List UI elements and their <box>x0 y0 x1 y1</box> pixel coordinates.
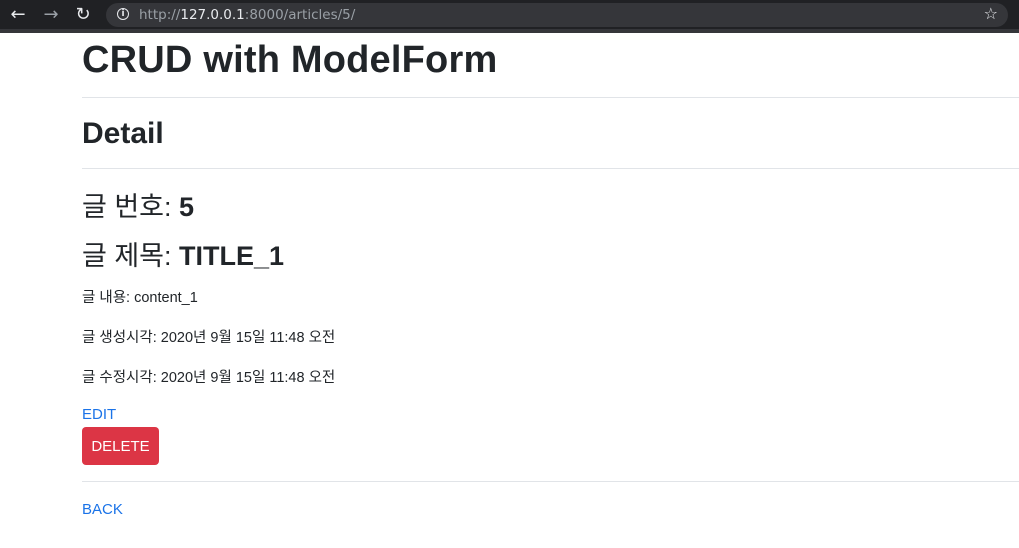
article-number-value: 5 <box>179 192 195 222</box>
article-title: 글 제목: TITLE_1 <box>82 234 284 273</box>
article-number: 글 번호: 5 <box>82 185 194 224</box>
browser-toolbar: ← → ↻ i http://127.0.0.1:8000/articles/5… <box>0 0 1019 33</box>
divider <box>82 168 1019 169</box>
address-bar[interactable]: i http://127.0.0.1:8000/articles/5/ ☆ <box>106 3 1008 27</box>
edit-link[interactable]: EDIT <box>82 406 116 423</box>
url-text[interactable]: http://127.0.0.1:8000/articles/5/ <box>139 7 355 23</box>
article-updated-at: 글 수정시각: 2020년 9월 15일 11:48 오전 <box>82 370 336 386</box>
divider <box>82 481 1019 482</box>
back-link[interactable]: BACK <box>82 501 123 518</box>
divider <box>82 97 1019 98</box>
delete-button[interactable]: DELETE <box>82 427 159 465</box>
url-path: :8000/articles/5/ <box>244 7 356 23</box>
article-title-value: TITLE_1 <box>179 241 285 271</box>
section-heading: Detail <box>82 117 164 150</box>
reload-icon[interactable]: ↻ <box>72 4 94 26</box>
url-scheme: http:// <box>139 7 181 23</box>
forward-arrow-icon[interactable]: → <box>40 4 62 26</box>
bookmark-star-icon[interactable]: ☆ <box>984 4 998 23</box>
back-arrow-icon[interactable]: ← <box>7 4 29 26</box>
article-created-at: 글 생성시각: 2020년 9월 15일 11:48 오전 <box>82 330 336 346</box>
url-host: 127.0.0.1 <box>180 7 245 23</box>
article-content: 글 내용: content_1 <box>82 290 198 306</box>
article-title-label: 글 제목: <box>82 241 180 271</box>
article-number-label: 글 번호: <box>82 192 180 222</box>
info-icon[interactable]: i <box>117 8 129 20</box>
page-title: CRUD with ModelForm <box>82 39 498 81</box>
